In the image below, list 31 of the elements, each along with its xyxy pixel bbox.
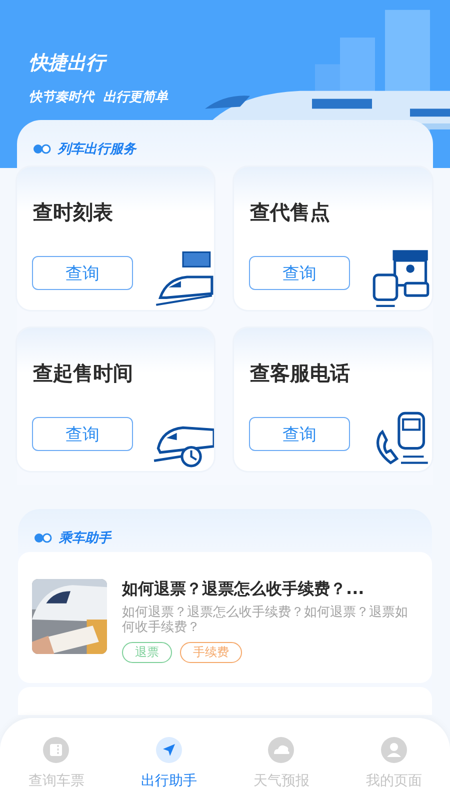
- paper-plane-icon: [154, 736, 183, 764]
- service-card[interactable]: 查代售点 查询: [234, 167, 432, 310]
- page-title: 快捷出行: [29, 50, 450, 76]
- section-title: 列车出行服务: [58, 140, 136, 158]
- tab[interactable]: 天气预报: [225, 718, 338, 800]
- cloud-icon: [267, 736, 296, 764]
- service-card[interactable]: 查客服电话 查询: [234, 328, 432, 471]
- ticket-icon: [42, 736, 70, 764]
- section-icon: [32, 143, 52, 155]
- tag: 退票: [122, 642, 172, 663]
- service-card[interactable]: 查时刻表 查询: [17, 167, 214, 310]
- query-button[interactable]: 查询: [32, 417, 133, 451]
- service-title: 查起售时间: [32, 360, 134, 387]
- tab[interactable]: 出行助手: [112, 718, 225, 800]
- query-button[interactable]: 查询: [249, 256, 350, 290]
- service-card[interactable]: 查起售时间 查询: [17, 328, 214, 471]
- article-card[interactable]: 如何退票？退票怎么收手续费？... 如何退票？退票怎么收手续费？如何退票？退票如何收手续费？ 退票 手续费: [18, 552, 432, 683]
- article-title: 如何退票？退票怎么收手续费？...: [122, 579, 366, 600]
- service-title: 查代售点: [248, 199, 331, 226]
- article-summary: 如何退票？退票怎么收手续费？如何退票？退票如何收手续费？: [122, 605, 409, 635]
- section-title: 乘车助手: [59, 530, 111, 547]
- slogan: 快节奏时代 出行更简单: [29, 89, 170, 106]
- tab[interactable]: 我的页面: [338, 718, 450, 800]
- service-title: 查客服电话: [248, 360, 351, 387]
- user-icon: [380, 736, 408, 764]
- query-button[interactable]: 查询: [32, 256, 133, 290]
- service-title: 查时刻表: [32, 199, 114, 226]
- section-icon: [33, 532, 53, 544]
- query-button[interactable]: 查询: [249, 417, 350, 451]
- tag: 手续费: [180, 642, 242, 663]
- tab[interactable]: 查询车票: [0, 718, 112, 800]
